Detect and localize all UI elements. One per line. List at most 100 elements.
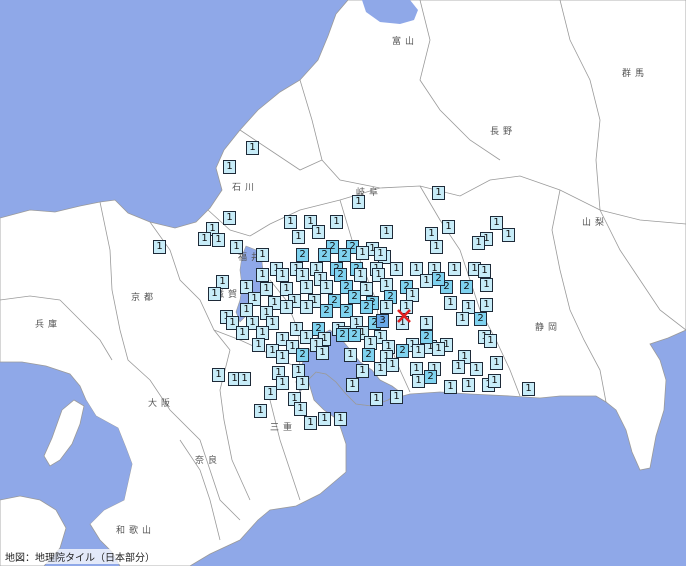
intensity-marker: 1 [344, 348, 357, 362]
intensity-marker: 1 [462, 378, 475, 392]
intensity-marker: 2 [460, 280, 473, 294]
intensity-marker: 1 [354, 268, 367, 282]
intensity-marker: 1 [370, 392, 383, 406]
intensity-marker: 2 [432, 272, 445, 286]
intensity-marker: 1 [420, 316, 433, 330]
intensity-marker: 1 [430, 240, 443, 254]
intensity-marker: 1 [522, 382, 535, 396]
pref-label-ishikawa: 石川 [232, 183, 259, 193]
intensity-marker: 1 [240, 303, 253, 317]
intensity-marker: 1 [320, 280, 333, 294]
intensity-marker: 1 [230, 240, 243, 254]
intensity-marker: 1 [254, 404, 267, 418]
intensity-marker: 1 [212, 233, 225, 247]
intensity-marker: 1 [246, 141, 259, 155]
intensity-marker: 1 [223, 160, 236, 174]
intensity-marker: 1 [208, 287, 221, 301]
intensity-marker: 1 [212, 368, 225, 382]
intensity-marker: 1 [444, 380, 457, 394]
intensity-marker: 1 [292, 230, 305, 244]
intensity-marker: 1 [346, 378, 359, 392]
intensity-marker: 1 [352, 195, 365, 209]
intensity-marker: 1 [264, 386, 277, 400]
intensity-marker: 1 [356, 246, 369, 260]
intensity-marker: 1 [312, 225, 325, 239]
intensity-marker: 1 [444, 296, 457, 310]
intensity-marker: 2 [424, 370, 437, 384]
intensity-marker: 1 [198, 232, 211, 246]
intensity-marker: 2 [348, 328, 361, 342]
pref-label-gunma: 群馬 [622, 69, 649, 79]
intensity-marker: 1 [236, 326, 249, 340]
intensity-marker: 1 [260, 282, 273, 296]
intensity-marker: 1 [238, 372, 251, 386]
intensity-marker: 1 [252, 338, 265, 352]
x-mark-icon [397, 309, 411, 323]
intensity-marker: 1 [432, 342, 445, 356]
pref-label-toyama: 富山 [392, 37, 419, 47]
intensity-marker: 1 [390, 390, 403, 404]
intensity-marker: 1 [480, 278, 493, 292]
intensity-marker: 1 [448, 262, 461, 276]
intensity-marker: 1 [330, 215, 343, 229]
intensity-marker: 1 [456, 312, 469, 326]
intensity-marker: 1 [502, 228, 515, 242]
intensity-marker: 1 [296, 376, 309, 390]
intensity-marker: 1 [390, 262, 403, 276]
pref-label-mie: 三重 [270, 423, 297, 433]
intensity-marker: 1 [153, 240, 166, 254]
intensity-marker: 2 [360, 300, 373, 314]
intensity-marker: 1 [442, 220, 455, 234]
intensity-marker: 1 [478, 264, 491, 278]
intensity-marker: 1 [300, 280, 313, 294]
intensity-marker: 1 [276, 376, 289, 390]
intensity-marker: 1 [294, 402, 307, 416]
intensity-marker: 1 [480, 298, 493, 312]
pref-label-kyoto: 京都 [131, 293, 158, 303]
intensity-marker: 2 [296, 348, 309, 362]
intensity-marker: 2 [320, 304, 333, 318]
intensity-marker: 2 [296, 248, 309, 262]
intensity-marker: 1 [452, 360, 465, 374]
pref-label-shizuoka: 静岡 [535, 323, 562, 333]
intensity-marker: 1 [334, 412, 347, 426]
intensity-marker: 2 [396, 344, 409, 358]
pref-label-hyogo: 兵庫 [35, 320, 62, 330]
intensity-marker: 2 [362, 348, 375, 362]
intensity-marker: 1 [380, 300, 393, 314]
intensity-marker: 1 [425, 227, 438, 241]
intensity-marker: 1 [284, 215, 297, 229]
intensity-marker: 2 [338, 248, 351, 262]
pref-label-yamanashi: 山梨 [582, 218, 609, 228]
seismic-intensity-map: 富山 群馬 長野 石川 岐阜 山梨 福井 京都 兵庫 滋賀 静岡 大阪 三重 奈… [0, 0, 686, 566]
intensity-marker: 1 [490, 356, 503, 370]
intensity-marker: 1 [276, 268, 289, 282]
intensity-marker: 1 [318, 412, 331, 426]
intensity-marker: 1 [280, 300, 293, 314]
intensity-marker: 1 [412, 344, 425, 358]
intensity-marker: 1 [316, 346, 329, 360]
intensity-marker: 1 [276, 350, 289, 364]
intensity-marker: 1 [472, 236, 485, 250]
intensity-marker: 1 [356, 364, 369, 378]
intensity-marker: 1 [300, 300, 313, 314]
intensity-marker: 1 [256, 248, 269, 262]
intensity-marker: 1 [484, 334, 497, 348]
pref-label-osaka: 大阪 [148, 399, 175, 409]
intensity-marker: 2 [474, 312, 487, 326]
intensity-marker: 1 [374, 247, 387, 261]
intensity-marker: 1 [223, 211, 236, 225]
intensity-marker: 2 [318, 248, 331, 262]
intensity-marker: 3 [376, 314, 389, 328]
intensity-marker: 1 [360, 282, 373, 296]
intensity-marker: 1 [386, 358, 399, 372]
pref-label-nara: 奈良 [195, 456, 222, 466]
pref-label-wakayama: 和歌山 [116, 526, 156, 536]
intensity-marker: 1 [380, 225, 393, 239]
map-attribution: 地図：地理院タイル（日本部分） [2, 549, 158, 564]
intensity-marker: 1 [304, 416, 317, 430]
intensity-marker: 1 [256, 268, 269, 282]
intensity-marker: 1 [432, 186, 445, 200]
intensity-marker: 1 [470, 362, 483, 376]
pref-label-nagano: 長野 [490, 127, 517, 137]
